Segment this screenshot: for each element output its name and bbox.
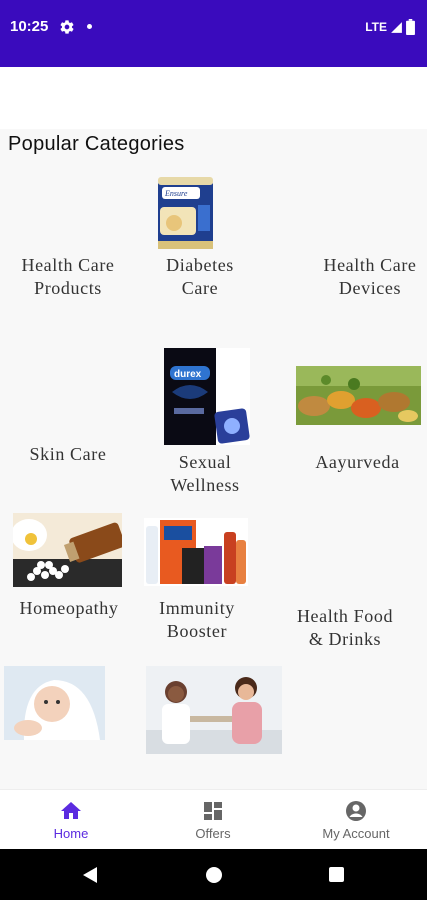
recents-icon[interactable] <box>328 866 345 883</box>
nav-home-label: Home <box>53 826 89 841</box>
back-icon[interactable] <box>81 866 99 884</box>
category-label-immunity-booster[interactable]: Immunity Booster <box>142 597 252 643</box>
nav-offers-label: Offers <box>195 826 231 841</box>
section-title: Popular Categories <box>8 133 185 155</box>
bottom-navigation: Home Offers My Account <box>0 789 427 850</box>
nav-home[interactable]: Home <box>0 790 142 850</box>
ayurveda-image[interactable] <box>296 366 421 425</box>
categories-section: Popular Categories Health Care Products … <box>0 129 427 789</box>
category-label-aayurveda[interactable]: Aayurveda <box>290 451 425 474</box>
battery-icon <box>406 19 415 35</box>
notification-dot-icon <box>87 24 92 29</box>
offers-grid-icon <box>204 802 222 820</box>
homeopathy-image[interactable] <box>13 513 122 587</box>
category-label-sexual-wellness[interactable]: Sexual Wellness <box>145 451 265 497</box>
category-label-health-care-products[interactable]: Health Care Products <box>8 254 128 300</box>
nav-my-account[interactable]: My Account <box>285 790 427 850</box>
immunity-booster-image[interactable] <box>144 518 248 586</box>
category-label-health-food-drinks[interactable]: Health Food & Drinks <box>285 605 405 651</box>
category-label-health-care-devices[interactable]: Health Care Devices <box>305 254 427 300</box>
nav-offers[interactable]: Offers <box>142 790 284 850</box>
doctor-consultation-image[interactable] <box>146 666 282 754</box>
sexual-wellness-image[interactable]: durex <box>164 348 250 445</box>
category-label-homeopathy[interactable]: Homeopathy <box>4 597 134 620</box>
category-label-skin-care[interactable]: Skin Care <box>8 443 128 466</box>
home-circle-icon[interactable] <box>205 866 223 884</box>
svg-text:Ensure: Ensure <box>164 189 188 198</box>
gear-icon <box>60 20 74 34</box>
home-icon <box>61 802 81 819</box>
status-time: 10:25 <box>10 18 49 35</box>
account-icon <box>346 801 366 821</box>
category-label-diabetes-care[interactable]: Diabetes Care <box>145 254 255 300</box>
network-type: LTE <box>365 20 387 34</box>
status-bar: 10:25 LTE <box>0 0 427 67</box>
diabetes-care-image[interactable]: Ensure <box>156 175 215 251</box>
signal-icon <box>391 21 402 33</box>
status-right-group: LTE <box>365 19 415 35</box>
baby-care-image[interactable] <box>4 666 105 740</box>
system-navigation-bar <box>0 849 427 900</box>
nav-my-account-label: My Account <box>322 826 390 841</box>
header-spacer <box>0 67 427 129</box>
svg-text:durex: durex <box>174 369 202 380</box>
